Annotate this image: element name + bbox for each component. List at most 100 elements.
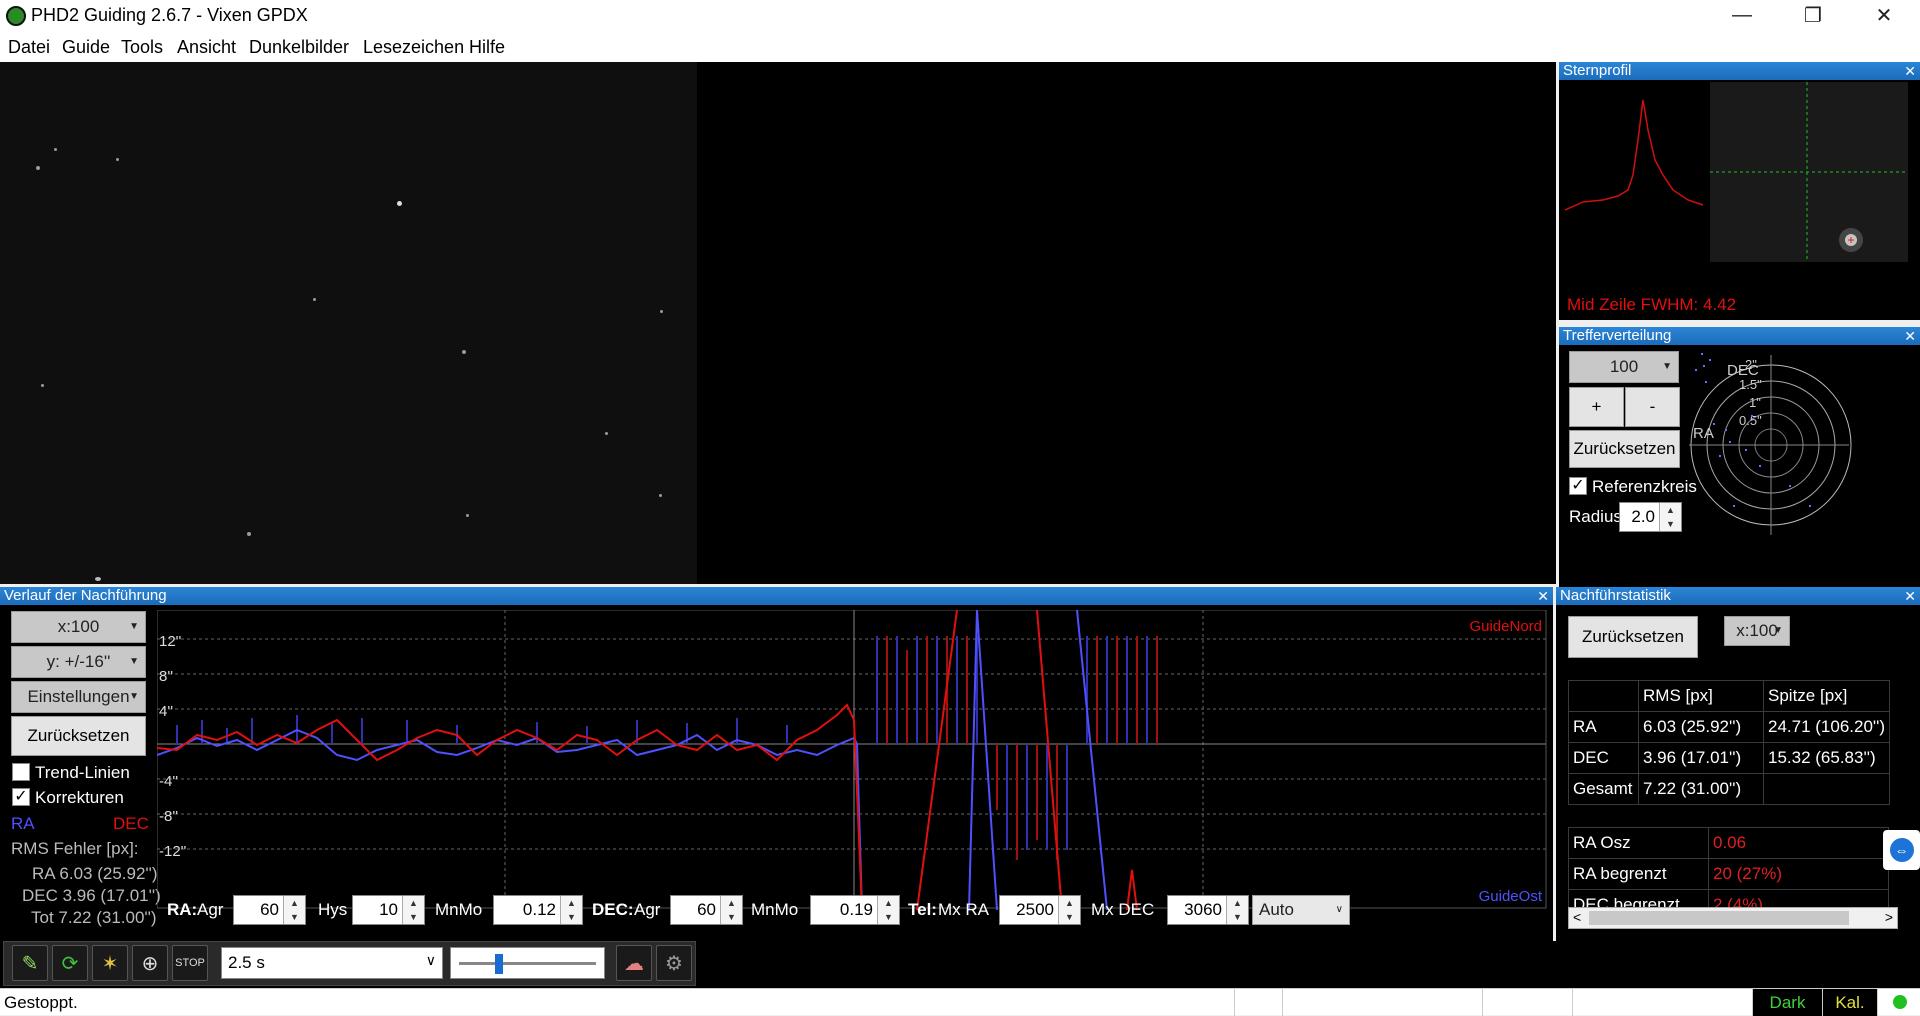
stats-reset-button[interactable]: Zurücksetzen [1568,616,1698,658]
menu-dunkelbilder[interactable]: Dunkelbilder [249,37,349,58]
chevron-down-icon: ▼ [1662,361,1672,372]
crosshair-icon[interactable]: ⊕ [132,945,168,981]
target-zoom-out-button[interactable]: - [1625,387,1680,427]
target-plot: RA DEC 2" 1.5" 1" 0.5" [1689,353,1852,535]
corrections-checkbox[interactable]: ✓ [12,788,30,806]
chevron-right-icon[interactable]: > [1885,909,1893,925]
trend-lines-checkbox[interactable] [12,763,30,781]
target-zoom-dropdown[interactable]: 100 ▼ [1569,351,1679,383]
ra-hys-spinner[interactable]: 10 ▲ ▼ [352,895,425,925]
guide-icon[interactable]: ✎ [12,945,48,981]
exposure-dropdown[interactable]: 2.5 s ∨ [221,947,443,979]
scrollbar-thumb[interactable] [1589,911,1849,925]
ra-mnmo-spinner[interactable]: 0.12 ▲ ▼ [493,895,583,925]
table-row: DEC begrenzt 2 (4%) [1568,889,1889,907]
menu-guide[interactable]: Guide [62,37,110,58]
table-cell: Gesamt [1568,773,1639,805]
auto-select-star-icon[interactable]: ✶ [92,945,128,981]
osc-table-wrap: RA Osz 0.06 RA begrenzt 20 (27%) DEC beg… [1568,827,1898,907]
table-row: RA Osz 0.06 [1568,827,1889,859]
status-cell [1877,989,1920,1016]
restore-button[interactable]: ❐ [1780,0,1846,31]
horizontal-scrollbar[interactable]: < > [1568,907,1898,929]
menu-ansicht[interactable]: Ansicht [177,37,236,58]
table-cell: 0.06 [1708,827,1889,859]
spinner-arrows-icon[interactable]: ▲ ▼ [402,896,424,924]
spinner-arrows-icon[interactable]: ▲ ▼ [1226,896,1248,924]
guide-graph: 12'' 8'' 4'' -4'' -8'' -12'' GuideNord G… [157,610,1547,910]
history-reset-button[interactable]: Zurücksetzen [11,716,146,756]
mxdec-value: 3060 [1184,900,1222,919]
ref-circle-checkbox[interactable]: ✓ [1569,477,1587,495]
loop-icon[interactable]: ⟳ [52,945,88,981]
stats-table: RMS [px] Spitze [px] RA 6.03 (25.92'') 2… [1568,680,1891,805]
table-cell: RA [1568,711,1639,743]
menu-bar: Datei Guide Tools Ansicht Dunkelbilder L… [0,31,1920,62]
fwhm-label: Mid Zeile FWHM: 4.42 [1567,295,1737,314]
dec-agr-spinner[interactable]: 60 ▲ ▼ [670,895,743,925]
y-scale-dropdown[interactable]: y: +/-16'' ▼ [11,646,146,678]
target-reset-button[interactable]: Zurücksetzen [1569,430,1680,468]
trend-lines-label: Trend-Linien [35,763,130,782]
camera-view[interactable] [0,62,1556,584]
mxra-value: 2500 [1016,900,1054,919]
dark-indicator: Dark [1752,989,1822,1016]
camera-frame[interactable] [0,62,697,584]
stats-scale-dropdown[interactable]: x:100 ▼ [1724,616,1790,646]
app-icon [6,6,26,26]
ra-agr-spinner[interactable]: 60 ▲ ▼ [233,895,306,925]
menu-datei[interactable]: Datei [8,37,50,58]
history-panel: Verlauf der Nachführung ✕ x:100 ▼ y: +/-1… [0,587,1553,941]
table-cell: 6.03 (25.92'') [1638,711,1764,743]
table-row: DEC 3.96 (17.01'') 15.32 (65.83'') [1568,742,1891,774]
radius-spinner[interactable]: 2.0 ▲ ▼ [1619,502,1682,532]
close-icon[interactable]: ✕ [1904,327,1916,345]
brain-icon[interactable]: ☁ [616,945,652,981]
slider-thumb[interactable] [495,954,503,974]
dec-mode-dropdown[interactable]: Auto ∨ [1252,895,1350,925]
target-zoom-in-button[interactable]: + [1569,387,1624,427]
gamma-slider[interactable] [450,947,605,979]
spinner-arrows-icon[interactable]: ▲ ▼ [283,896,305,924]
spinner-arrows-icon[interactable]: ▲ ▼ [877,896,899,924]
mxdec-spinner[interactable]: 3060 ▲ ▼ [1167,895,1249,925]
dec-param-label: DEC: [592,900,634,919]
stats-panel: Nachführstatistik ✕ Zurücksetzen x:100 ▼ … [1556,587,1920,941]
menu-tools[interactable]: Tools [121,37,163,58]
camera-settings-icon[interactable]: ⚙ [656,945,692,981]
table-cell: 24.71 (106.20'') [1762,711,1891,743]
spinner-arrows-icon[interactable]: ▲ ▼ [1058,896,1080,924]
y-tick-4: 4'' [159,703,173,720]
close-icon[interactable]: ✕ [1904,587,1916,605]
settings-dropdown[interactable]: Einstellungen ▼ [11,681,146,713]
close-icon[interactable]: ✕ [1904,62,1916,80]
table-cell: RA begrenzt [1568,858,1709,890]
ring-label-0-5: 0.5" [1739,413,1762,428]
spinner-arrows-icon[interactable]: ▲ ▼ [560,896,582,924]
dec-agr-label: Agr [634,900,661,919]
table-cell: 2 (4%) [1708,889,1889,907]
spinner-arrows-icon[interactable]: ▲ ▼ [720,896,742,924]
chevron-left-icon[interactable]: < [1573,909,1581,925]
close-button[interactable]: ✕ [1851,0,1917,31]
stop-icon[interactable]: STOP [172,945,208,981]
table-cell: RA Osz [1568,827,1709,859]
close-icon[interactable]: ✕ [1537,587,1549,605]
star-profile-panel: Sternprofil ✕ Mid Zeile FWHM: 4.42 [1559,62,1920,320]
star-profile-title: Sternprofil ✕ [1559,62,1920,80]
x-scale-dropdown[interactable]: x:100 ▼ [11,611,146,643]
menu-hilfe[interactable]: Hilfe [469,37,505,58]
guide-north-label: GuideNord [1469,618,1542,635]
stats-title-text: Nachführstatistik [1560,587,1671,604]
spinner-arrows-icon[interactable]: ▲ ▼ [1659,503,1681,531]
teamviewer-icon[interactable]: ⇔ [1883,830,1920,870]
dec-mnmo-value: 0.19 [839,900,873,919]
table-cell: DEC begrenzt [1568,889,1709,907]
minimize-button[interactable]: — [1709,0,1775,31]
dec-mnmo-spinner[interactable]: 0.19 ▲ ▼ [810,895,900,925]
ref-circle-label: Referenzkreis [1592,477,1697,496]
stats-title: Nachführstatistik ✕ [1556,587,1920,605]
mxra-spinner[interactable]: 2500 ▲ ▼ [999,895,1081,925]
menu-lesezeichen[interactable]: Lesezeichen [363,37,464,58]
history-title: Verlauf der Nachführung ✕ [0,587,1553,605]
